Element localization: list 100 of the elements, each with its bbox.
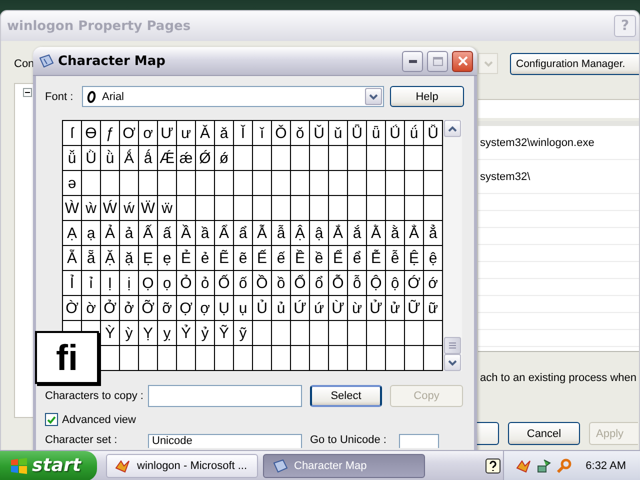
help-button[interactable]: Help <box>390 86 464 107</box>
character-cell[interactable] <box>177 171 196 196</box>
character-cell[interactable] <box>329 346 348 371</box>
select-button[interactable]: Select <box>310 385 382 407</box>
character-cell[interactable]: Ǐ <box>234 121 253 146</box>
character-cell[interactable]: Ờ <box>63 296 82 321</box>
dialog-button[interactable]: Cancel <box>508 422 580 445</box>
character-cell[interactable]: ỡ <box>158 296 177 321</box>
character-cell[interactable]: ờ <box>82 296 101 321</box>
character-cell[interactable]: Ǻ <box>120 146 139 171</box>
character-cell[interactable]: Ǘ <box>386 121 405 146</box>
collapse-icon[interactable] <box>23 88 32 97</box>
character-cell[interactable]: Ớ <box>405 271 424 296</box>
character-cell[interactable]: Ẁ <box>63 196 82 221</box>
character-cell[interactable] <box>177 196 196 221</box>
character-cell[interactable] <box>329 146 348 171</box>
character-cell[interactable]: ả <box>120 221 139 246</box>
character-cell[interactable] <box>272 196 291 221</box>
character-cell[interactable] <box>386 171 405 196</box>
taskbar-button[interactable]: winlogon - Microsoft ... <box>106 454 258 478</box>
character-cell[interactable] <box>348 146 367 171</box>
go-to-unicode-field[interactable] <box>399 434 439 448</box>
character-cell[interactable]: Ư <box>158 121 177 146</box>
scrollbar[interactable] <box>444 120 462 371</box>
character-cell[interactable]: Ở <box>101 296 120 321</box>
character-cell[interactable]: Ỡ <box>139 296 158 321</box>
character-cell[interactable]: ǎ <box>215 121 234 146</box>
character-cell[interactable] <box>310 346 329 371</box>
character-cell[interactable] <box>234 171 253 196</box>
character-cell[interactable] <box>348 346 367 371</box>
character-cell[interactable]: Ặ <box>101 246 120 271</box>
character-cell[interactable]: ẹ <box>158 246 177 271</box>
character-cell[interactable] <box>272 171 291 196</box>
character-cell[interactable] <box>291 171 310 196</box>
character-cell[interactable]: ứ <box>310 296 329 321</box>
character-cell[interactable]: ộ <box>386 271 405 296</box>
help-icon[interactable] <box>485 458 501 474</box>
character-cell[interactable] <box>348 196 367 221</box>
character-cell[interactable]: ƒ <box>101 121 120 146</box>
character-cell[interactable] <box>291 321 310 346</box>
character-cell[interactable]: ụ <box>234 296 253 321</box>
character-cell[interactable]: Ả <box>101 221 120 246</box>
character-cell[interactable] <box>310 196 329 221</box>
checkbox[interactable] <box>45 413 58 426</box>
character-cell[interactable] <box>424 321 443 346</box>
character-cell[interactable]: ẵ <box>82 246 101 271</box>
character-cell[interactable] <box>234 196 253 221</box>
character-cell[interactable]: ề <box>310 246 329 271</box>
character-cell[interactable]: ǖ <box>367 121 386 146</box>
character-cell[interactable]: ể <box>348 246 367 271</box>
text-field[interactable] <box>478 99 639 118</box>
character-cell[interactable] <box>424 146 443 171</box>
character-cell[interactable]: ẽ <box>234 246 253 271</box>
character-cell[interactable] <box>310 171 329 196</box>
character-cell[interactable]: Ị <box>101 271 120 296</box>
character-cell[interactable] <box>424 196 443 221</box>
character-cell[interactable]: Ệ <box>405 246 424 271</box>
network-icon[interactable] <box>536 458 552 474</box>
character-cell[interactable]: ǐ <box>253 121 272 146</box>
character-cell[interactable]: ệ <box>424 246 443 271</box>
character-cell[interactable]: ồ <box>272 271 291 296</box>
character-cell[interactable] <box>386 146 405 171</box>
character-cell[interactable]: Ậ <box>291 221 310 246</box>
character-cell[interactable]: Ắ <box>329 221 348 246</box>
character-cell[interactable] <box>177 346 196 371</box>
character-cell[interactable]: ắ <box>348 221 367 246</box>
character-cell[interactable]: ẅ <box>158 196 177 221</box>
character-cell[interactable] <box>424 171 443 196</box>
character-cell[interactable]: ư <box>177 121 196 146</box>
character-cell[interactable]: ọ <box>158 271 177 296</box>
character-cell[interactable]: ẳ <box>424 221 443 246</box>
character-cell[interactable] <box>120 346 139 371</box>
character-cell[interactable]: Ẃ <box>101 196 120 221</box>
character-cell[interactable]: Ỗ <box>329 271 348 296</box>
character-cell[interactable]: Ữ <box>405 296 424 321</box>
character-cell[interactable] <box>386 196 405 221</box>
character-cell[interactable]: ặ <box>120 246 139 271</box>
character-cell[interactable]: Ế <box>253 246 272 271</box>
character-cell[interactable]: ǘ <box>405 121 424 146</box>
character-cell[interactable] <box>158 171 177 196</box>
character-cell[interactable]: ừ <box>348 296 367 321</box>
character-cell[interactable] <box>367 321 386 346</box>
character-cell[interactable]: Ỹ <box>215 321 234 346</box>
character-cell[interactable]: Ẻ <box>177 246 196 271</box>
character-cell[interactable]: Ǎ <box>196 121 215 146</box>
character-cell[interactable]: ỹ <box>234 321 253 346</box>
character-cell[interactable]: ơ <box>139 121 158 146</box>
close-button[interactable] <box>452 50 473 72</box>
character-cell[interactable] <box>139 171 158 196</box>
character-cell[interactable] <box>329 171 348 196</box>
character-cell[interactable] <box>272 321 291 346</box>
character-cell[interactable]: Ǔ <box>310 121 329 146</box>
character-cell[interactable]: Ầ <box>177 221 196 246</box>
character-cell[interactable]: ə <box>63 171 82 196</box>
character-cell[interactable]: ẁ <box>82 196 101 221</box>
character-cell[interactable] <box>253 146 272 171</box>
character-cell[interactable]: ữ <box>424 296 443 321</box>
character-cell[interactable] <box>405 146 424 171</box>
character-cell[interactable]: ǚ <box>63 146 82 171</box>
character-cell[interactable] <box>253 171 272 196</box>
